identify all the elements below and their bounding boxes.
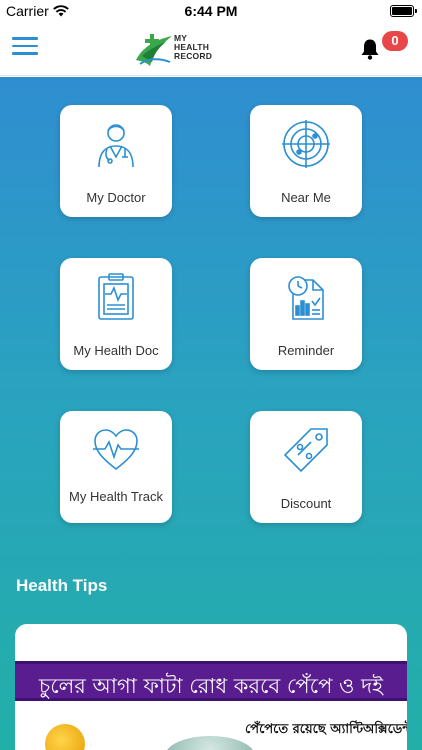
radar-icon: [282, 120, 330, 168]
health-tip-subtext: পেঁপেতে রয়েছে অ্যান্টিঅক্সিডেন্ট: [245, 722, 407, 737]
health-tip-banner: চুলের আগা ফাটা রোধ করবে পেঁপে ও দই: [15, 661, 407, 701]
app-logo: MY HEALTH RECORD: [132, 28, 216, 72]
tile-my-health-track[interactable]: My Health Track: [60, 411, 172, 523]
health-tip-card[interactable]: চুলের আগা ফাটা রোধ করবে পেঁপে ও দই পেঁপে…: [15, 624, 407, 750]
dashboard: My Doctor Near Me My Health Doc Reminder…: [0, 77, 422, 750]
yogurt-bowl-image: [165, 736, 255, 750]
tile-reminder[interactable]: Reminder: [250, 258, 362, 370]
logo-text-line3: RECORD: [174, 51, 213, 61]
logo-mark-icon: [136, 34, 172, 66]
tile-label: Discount: [280, 496, 332, 511]
tile-label: Reminder: [277, 343, 335, 358]
reminder-icon: [288, 276, 324, 320]
papaya-image: [45, 724, 85, 750]
tile-label: Near Me: [281, 190, 331, 205]
health-tip-banner-text: চুলের আগা ফাটা রোধ করবে পেঁপে ও দই: [38, 674, 384, 698]
app-bar: MY HEALTH RECORD 0: [0, 22, 422, 76]
doctor-icon: [98, 124, 134, 168]
clipboard-icon: [98, 273, 134, 320]
tile-label: My Health Track: [69, 489, 163, 504]
notification-bell-icon[interactable]: [360, 38, 380, 60]
tile-label: My Doctor: [86, 190, 146, 205]
discount-tag-icon: [283, 428, 328, 473]
tile-my-health-doc[interactable]: My Health Doc: [60, 258, 172, 370]
hamburger-menu-button[interactable]: [12, 37, 38, 59]
clock: 6:44 PM: [184, 3, 238, 19]
tile-discount[interactable]: Discount: [250, 411, 362, 523]
health-tips-heading: Health Tips: [16, 576, 108, 595]
tile-near-me[interactable]: Near Me: [250, 105, 362, 217]
tile-my-doctor[interactable]: My Doctor: [60, 105, 172, 217]
status-bar: Carrier 6:44 PM: [0, 0, 422, 22]
battery-icon: [390, 5, 417, 17]
notification-count-badge: 0: [382, 31, 408, 51]
heart-pulse-icon: [93, 429, 139, 471]
tile-label: My Health Doc: [73, 343, 159, 358]
